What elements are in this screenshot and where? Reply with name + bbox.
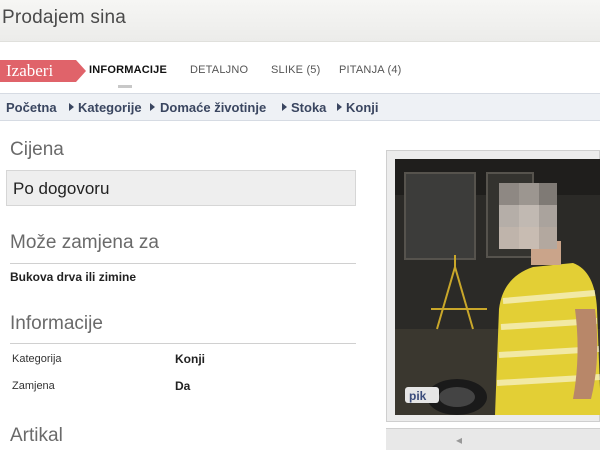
breadcrumb-separator-icon (337, 103, 342, 111)
listing-photo[interactable]: pik (395, 159, 600, 415)
info-value-zamjena: Da (175, 379, 191, 393)
photo-frame: pik (386, 150, 600, 422)
breadcrumb-separator-icon (69, 103, 74, 111)
tab-slike[interactable]: SLIKE (5) (271, 64, 321, 76)
photo-watermark: pik (409, 389, 427, 403)
breadcrumb: Početna Kategorije Domaće životinje Stok… (0, 93, 600, 121)
photo-nav: ◂ (386, 428, 600, 450)
tab-detaljno[interactable]: DETALJNO (190, 64, 248, 76)
info-label-kategorija: Kategorija (12, 353, 62, 365)
breadcrumb-separator-icon (282, 103, 287, 111)
tab-informacije[interactable]: INFORMACIJE (89, 64, 167, 76)
breadcrumb-item-domace-zivotinje[interactable]: Domaće životinje (160, 100, 266, 115)
price-value: Po dogovoru (13, 179, 110, 198)
swap-value: Bukova drva ili zimine (10, 270, 137, 284)
breadcrumb-separator-icon (150, 103, 155, 111)
page-title: Prodajem sina (2, 7, 127, 28)
breadcrumb-item-konji[interactable]: Konji (346, 100, 379, 115)
breadcrumb-item-stoka[interactable]: Stoka (291, 100, 326, 115)
artikal-heading: Artikal (10, 425, 63, 446)
photo-prev-icon[interactable]: ◂ (456, 433, 462, 447)
swap-heading: Može zamjena za (10, 232, 159, 253)
active-tab-indicator (118, 85, 132, 88)
info-value-kategorija: Konji (175, 352, 205, 366)
title-bar: Prodajem sina (0, 0, 600, 42)
brand-logo[interactable]: Izaberi (0, 60, 86, 82)
info-heading: Informacije (10, 313, 103, 334)
tab-bar: Izaberi INFORMACIJE DETALJNO SLIKE (5) P… (0, 52, 600, 90)
breadcrumb-item-kategorije[interactable]: Kategorije (78, 100, 142, 115)
price-box: Po dogovoru (6, 170, 356, 206)
price-heading: Cijena (10, 139, 64, 160)
tab-pitanja[interactable]: PITANJA (4) (339, 64, 402, 76)
breadcrumb-item-pocetna[interactable]: Početna (6, 100, 57, 115)
divider (10, 263, 356, 264)
info-label-zamjena: Zamjena (12, 380, 55, 392)
brand-label: Izaberi (6, 61, 54, 80)
divider (10, 343, 356, 344)
